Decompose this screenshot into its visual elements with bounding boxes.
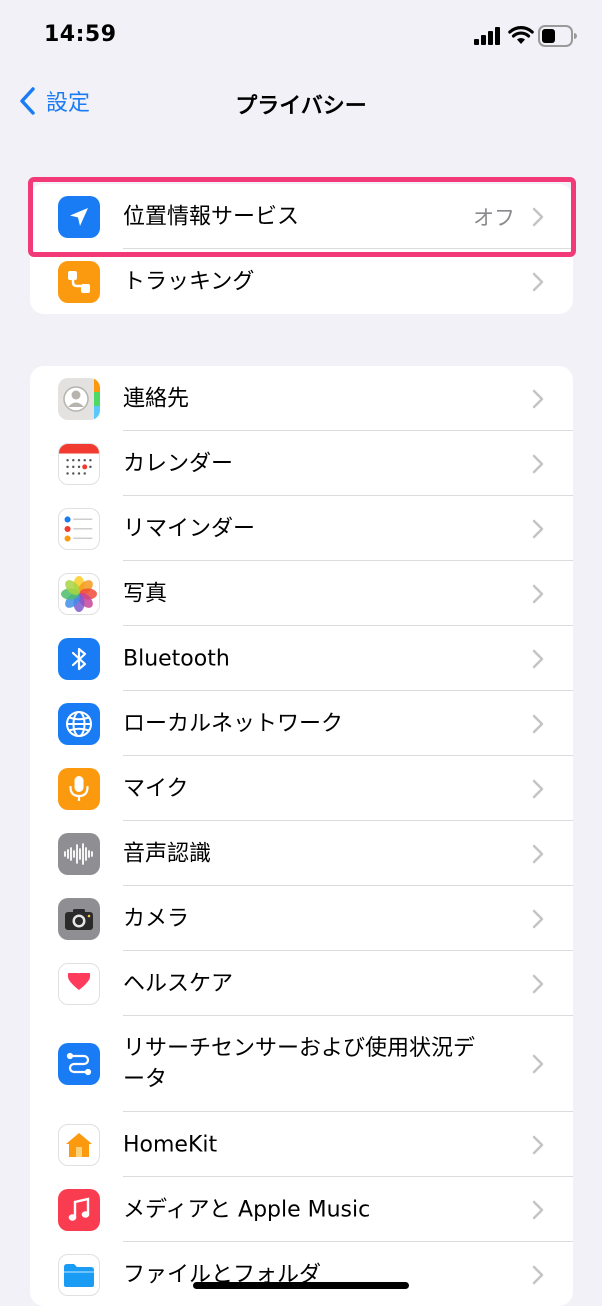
waveform-icon <box>58 832 100 875</box>
row-research-sensor[interactable]: リサーチセンサーおよび使用状況データ <box>30 1016 573 1112</box>
globe-icon <box>58 702 100 745</box>
row-calendar[interactable]: カレンダー <box>30 431 573 496</box>
row-files-folders[interactable]: ファイルとフォルダ <box>30 1242 573 1306</box>
chevron-right-icon <box>532 1265 544 1284</box>
row-camera[interactable]: カメラ <box>30 886 573 951</box>
row-tracking[interactable]: トラッキング <box>30 249 573 314</box>
row-label: Bluetooth <box>123 646 230 671</box>
chevron-right-icon <box>532 779 544 798</box>
chevron-right-icon <box>532 909 544 928</box>
row-label: カレンダー <box>123 451 234 476</box>
row-label: 音声認識 <box>123 841 212 866</box>
row-homekit[interactable]: HomeKit <box>30 1112 573 1177</box>
chevron-right-icon <box>532 454 544 473</box>
chevron-right-icon <box>532 1200 544 1219</box>
row-photos[interactable]: 写真 <box>30 561 573 626</box>
row-value: オフ <box>473 205 515 230</box>
row-media-apple-music[interactable]: メディアと Apple Music <box>30 1177 573 1242</box>
status-time: 14:59 <box>44 22 117 47</box>
calendar-icon <box>58 442 100 485</box>
status-bar: 14:59 <box>0 0 602 70</box>
home-icon <box>58 1123 100 1166</box>
row-label: カメラ <box>123 906 190 931</box>
heart-icon <box>58 962 100 1005</box>
row-reminders[interactable]: リマインダー <box>30 496 573 561</box>
chevron-right-icon <box>532 844 544 863</box>
chevron-right-icon <box>532 389 544 408</box>
row-label: ローカルネットワーク <box>123 711 344 736</box>
microphone-icon <box>58 767 100 810</box>
row-speech-recognition[interactable]: 音声認識 <box>30 821 573 886</box>
chevron-right-icon <box>532 519 544 538</box>
cellular-signal-icon <box>474 27 500 45</box>
contacts-icon <box>58 377 100 420</box>
folder-icon <box>58 1253 100 1296</box>
row-label: 写真 <box>123 581 168 606</box>
row-label: トラッキング <box>123 269 255 294</box>
chevron-right-icon <box>532 1054 544 1074</box>
chevron-right-icon <box>532 1135 544 1154</box>
row-bluetooth[interactable]: Bluetooth <box>30 626 573 691</box>
chevron-right-icon <box>532 649 544 668</box>
bluetooth-icon <box>58 637 100 680</box>
row-label: ヘルスケア <box>123 971 234 996</box>
wifi-icon <box>508 26 534 44</box>
row-microphone[interactable]: マイク <box>30 756 573 821</box>
row-label: リマインダー <box>123 516 256 541</box>
chevron-right-icon <box>532 974 544 993</box>
privacy-group-apps: 連絡先 カレンダー リマインダー 写真 Bluetooth ローカルネットワーク… <box>30 366 573 1306</box>
row-label: 連絡先 <box>123 386 190 411</box>
tracking-icon <box>58 260 100 303</box>
reminders-icon <box>58 507 100 550</box>
row-label: HomeKit <box>123 1132 218 1157</box>
research-icon <box>58 1043 100 1085</box>
row-contacts[interactable]: 連絡先 <box>30 366 573 431</box>
chevron-right-icon <box>532 584 544 603</box>
row-location-services[interactable]: 位置情報サービス オフ <box>30 184 573 249</box>
chevron-right-icon <box>532 714 544 733</box>
row-label: リサーチセンサーおよび使用状況データ <box>123 1036 476 1092</box>
camera-icon <box>58 897 100 940</box>
chevron-right-icon <box>532 272 544 291</box>
home-indicator[interactable] <box>193 1282 409 1289</box>
privacy-group-top: 位置情報サービス オフ トラッキング <box>30 184 573 314</box>
row-label: メディアと Apple Music <box>123 1197 371 1222</box>
page-title: プライバシー <box>235 94 367 119</box>
navigation-bar: 設定 プライバシー <box>0 72 602 132</box>
row-label: 位置情報サービス <box>123 204 300 229</box>
location-arrow-icon <box>58 195 100 238</box>
music-icon <box>58 1188 100 1231</box>
row-label: マイク <box>123 776 189 801</box>
row-health[interactable]: ヘルスケア <box>30 951 573 1016</box>
photos-icon <box>58 572 100 615</box>
battery-icon <box>538 25 577 47</box>
row-local-network[interactable]: ローカルネットワーク <box>30 691 573 756</box>
chevron-right-icon <box>532 207 544 226</box>
